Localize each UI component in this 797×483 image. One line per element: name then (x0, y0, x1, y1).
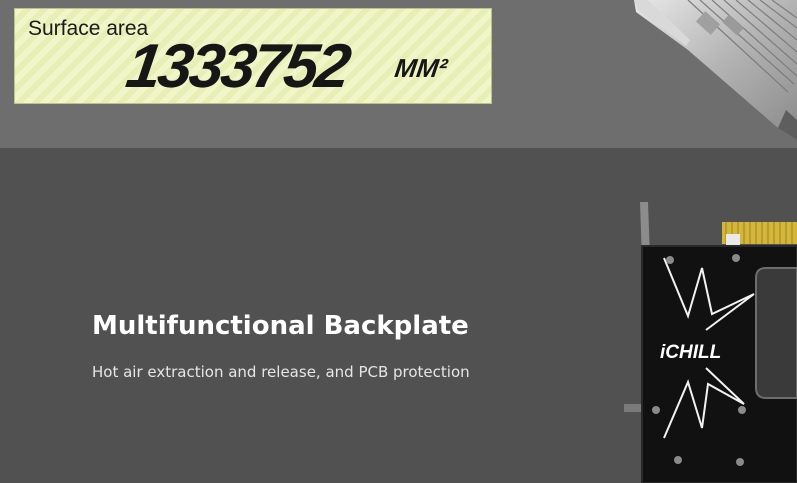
backplate-title: Multifunctional Backplate (92, 311, 469, 341)
ichill-logo: iCHILL (660, 342, 721, 363)
surface-area-unit: MM² (392, 53, 450, 83)
heatsink-image (634, 0, 797, 140)
gpu-backplate-image: iCHILL (624, 202, 797, 483)
backplate-subtitle: Hot air extraction and release, and PCB … (92, 363, 470, 381)
surface-area-value: 1333752 (122, 32, 353, 101)
surface-area-card: Surface area 1333752 MM² (14, 8, 492, 104)
